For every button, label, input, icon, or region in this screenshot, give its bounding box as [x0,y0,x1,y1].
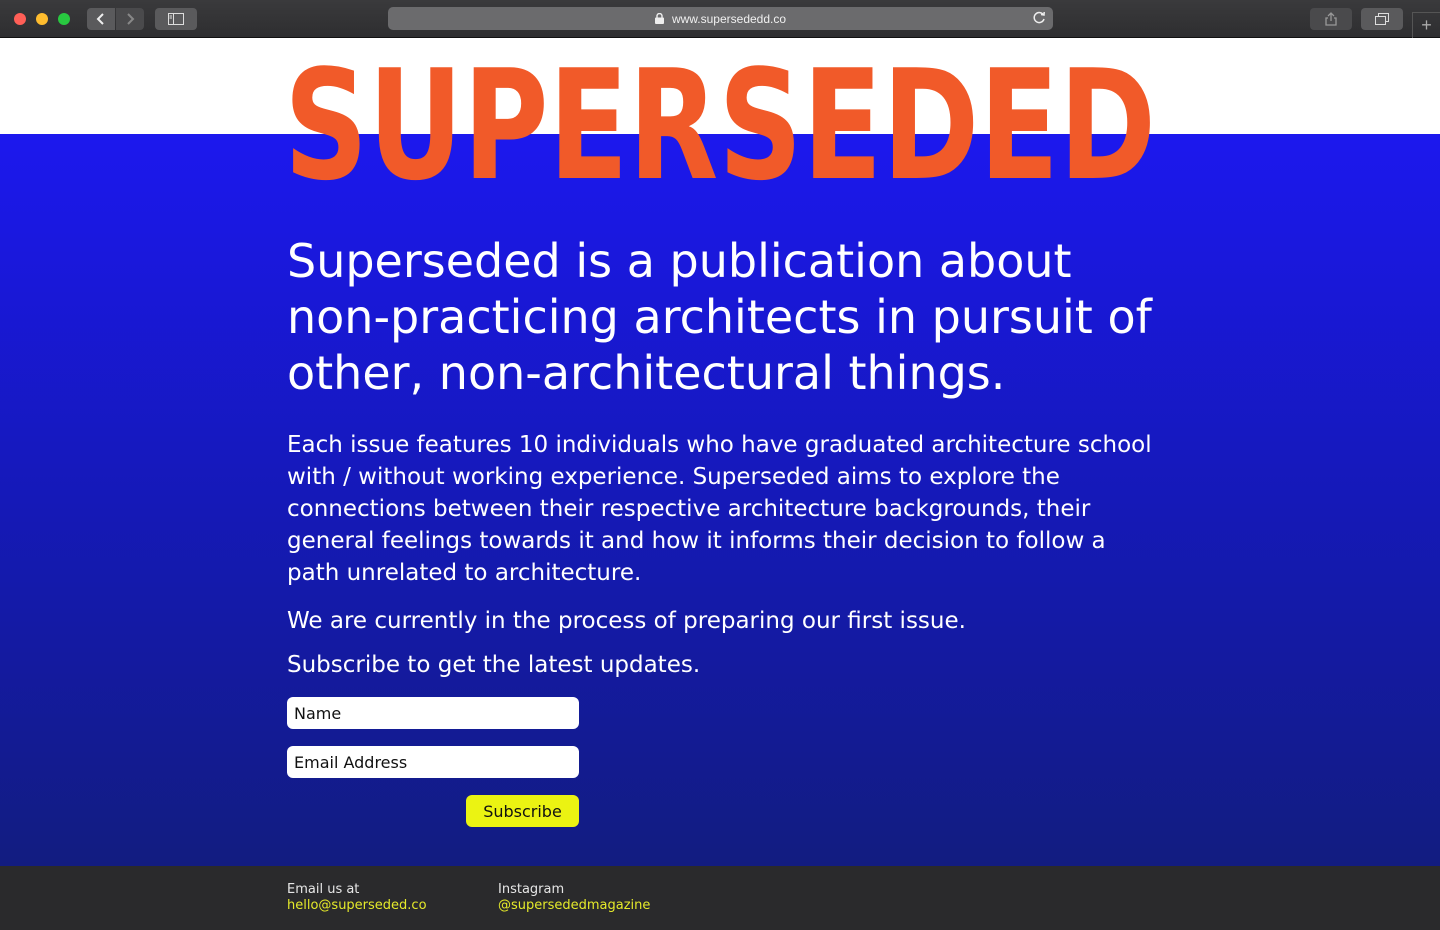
instagram-label: Instagram [498,882,565,897]
subscribe-form: Subscribe [287,697,579,827]
email-label: Email us at [287,882,360,897]
logo-text: SUPERSEDED [284,64,1156,184]
share-button[interactable] [1310,8,1352,30]
name-input[interactable] [287,697,579,729]
web-page: SUPERSEDED Superseded is a publication a… [0,38,1440,930]
main-content: Superseded is a publication about non-pr… [287,233,1167,827]
sidebar-toggle-button[interactable] [155,8,197,30]
status-paragraph: We are currently in the process of prepa… [287,608,966,634]
forward-button[interactable] [116,8,144,30]
page-headline: Superseded is a publication about non-pr… [287,234,1152,400]
back-button[interactable] [87,8,115,30]
instagram-link[interactable]: @supersededmagazine [498,898,650,914]
zoom-window-button[interactable] [58,13,70,25]
sidebar-icon [168,13,184,25]
close-window-button[interactable] [14,13,26,25]
share-icon [1325,12,1337,26]
browser-toolbar: www.supersededd.co + [0,0,1440,38]
new-tab-icon: + [1421,15,1432,35]
reload-icon[interactable] [1031,10,1047,26]
subscribe-button[interactable]: Subscribe [466,795,579,827]
intro-paragraph: Each issue features 10 individuals who h… [287,432,1152,586]
address-bar[interactable]: www.supersededd.co [388,7,1053,30]
show-tabs-button[interactable] [1361,8,1403,30]
url-text: www.supersededd.co [671,11,787,26]
footer-instagram: Instagram @supersededmagazine [498,882,650,914]
tabs-icon [1375,13,1389,25]
footer-email: Email us at hello@superseded.co [287,882,427,914]
logo: SUPERSEDED [284,64,1156,184]
back-icon [96,13,104,25]
subscribe-prompt: Subscribe to get the latest updates. [287,652,701,678]
email-link[interactable]: hello@superseded.co [287,898,427,914]
footer: Email us at hello@superseded.co Instagra… [0,866,1440,930]
email-input[interactable] [287,746,579,778]
lock-icon [654,13,664,24]
minimize-window-button[interactable] [36,13,48,25]
forward-icon [127,13,135,25]
new-tab-button[interactable]: + [1412,12,1440,38]
